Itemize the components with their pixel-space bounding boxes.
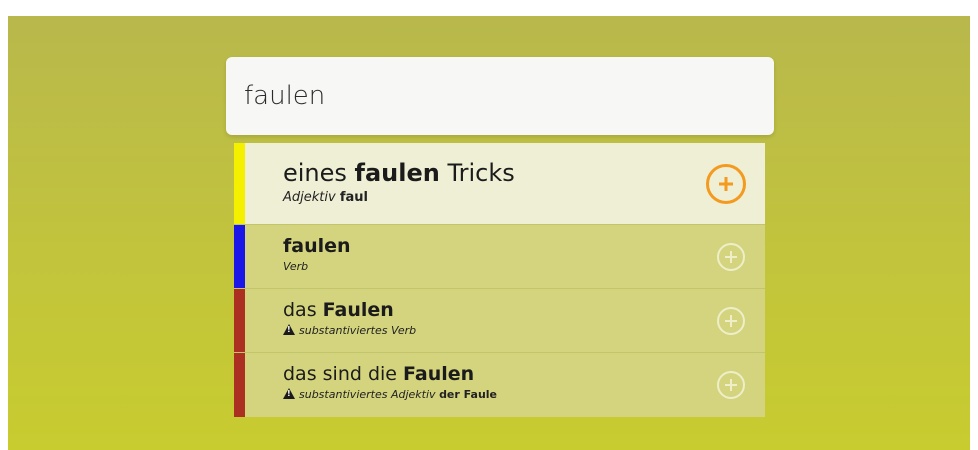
part-of-speech: Verb (283, 260, 309, 273)
result-phrase: faulen (283, 234, 351, 258)
add-button[interactable] (717, 243, 745, 271)
part-of-speech: Adjektiv (283, 190, 336, 205)
add-button[interactable] (706, 164, 746, 204)
lemma: der Faule (439, 388, 498, 401)
result-item[interactable]: eines faulen Tricks Adjektiv faul (234, 143, 765, 225)
add-button[interactable] (717, 307, 745, 335)
category-color-stripe (234, 353, 245, 417)
warning-triangle-icon (283, 388, 295, 399)
phrase-match: Faulen (403, 363, 475, 385)
result-item[interactable]: faulen Verb (234, 225, 765, 289)
add-button[interactable] (717, 371, 745, 399)
phrase-match: faulen (283, 235, 351, 257)
result-text: das sind die Faulen substantiviertes Adj… (283, 362, 497, 402)
phrase-match: faulen (354, 159, 440, 187)
result-meta: Verb (283, 259, 351, 274)
phrase-suffix: Tricks (439, 159, 515, 187)
result-item[interactable]: das sind die Faulen substantiviertes Adj… (234, 353, 765, 417)
result-meta: substantiviertes Verb (283, 323, 416, 338)
result-meta: substantiviertes Adjektiv der Faule (283, 387, 497, 402)
result-phrase: eines faulen Tricks (283, 158, 515, 188)
search-box[interactable] (226, 57, 774, 135)
lemma: faul (339, 190, 368, 205)
result-text: faulen Verb (283, 234, 351, 274)
result-meta: Adjektiv faul (283, 189, 515, 207)
part-of-speech: substantiviertes Adjektiv (299, 388, 436, 401)
phrase-prefix: eines (283, 159, 355, 187)
category-color-stripe (234, 289, 245, 352)
phrase-prefix: das (283, 299, 323, 321)
app-background: eines faulen Tricks Adjektiv faul faulen… (8, 16, 970, 450)
result-phrase: das sind die Faulen (283, 362, 497, 386)
phrase-match: Faulen (322, 299, 394, 321)
result-item[interactable]: das Faulen substantiviertes Verb (234, 289, 765, 353)
result-text: eines faulen Tricks Adjektiv faul (283, 158, 515, 207)
part-of-speech: substantiviertes Verb (299, 324, 417, 337)
results-list: eines faulen Tricks Adjektiv faul faulen… (234, 143, 765, 417)
result-text: das Faulen substantiviertes Verb (283, 298, 416, 338)
warning-triangle-icon (283, 324, 295, 335)
search-input[interactable] (244, 81, 756, 111)
category-color-stripe (234, 225, 245, 288)
result-phrase: das Faulen (283, 298, 416, 322)
category-color-stripe (234, 143, 245, 224)
phrase-prefix: das sind die (283, 363, 404, 385)
